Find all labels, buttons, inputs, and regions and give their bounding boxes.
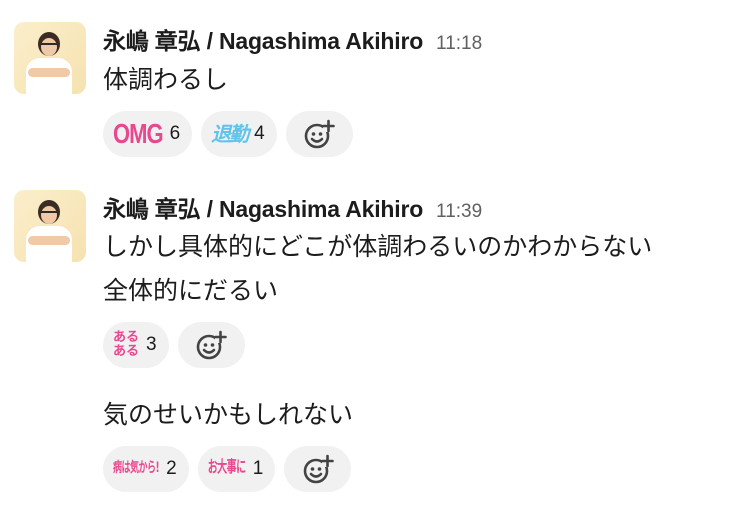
reaction-yamai-wa-ki-kara[interactable]: 病は気から! 2 — [103, 446, 189, 492]
timestamp[interactable]: 11:18 — [436, 33, 482, 55]
timestamp[interactable]: 11:39 — [436, 201, 482, 223]
author-name[interactable]: 永嶋 章弘 / Nagashima Akihiro — [103, 190, 423, 224]
message-text-line-1: しかし具体的にどこが体調わるいのかわからない — [103, 232, 653, 261]
aruaru-emoji-icon: ある ある — [113, 330, 140, 359]
message-text-line-2: 全体的にだるい — [103, 276, 279, 305]
reaction-bar: ある ある 3 — [103, 322, 245, 368]
add-reaction-button[interactable] — [177, 322, 245, 368]
yamai-wa-ki-kara-emoji-icon: 病は気から! — [113, 460, 160, 477]
reaction-count: 6 — [169, 123, 181, 144]
reaction-bar: OMG 6 退勤 4 — [103, 111, 353, 157]
reaction-aruaru[interactable]: ある ある 3 — [103, 322, 169, 368]
add-reaction-icon — [304, 119, 336, 149]
reaction-count: 4 — [254, 123, 265, 144]
reaction-count: 3 — [146, 334, 157, 355]
add-reaction-icon — [303, 454, 334, 484]
message-header: 永嶋 章弘 / Nagashima Akihiro 11:39 — [103, 190, 482, 223]
message-header: 永嶋 章弘 / Nagashima Akihiro 11:18 — [103, 22, 482, 55]
add-reaction-button[interactable] — [285, 111, 353, 157]
reaction-bar: 病は気から! 2 お大事に 1 — [103, 446, 352, 492]
add-reaction-icon — [196, 330, 227, 360]
taikin-emoji-icon: 退勤 — [211, 122, 249, 146]
omg-emoji-icon: OMG — [113, 117, 164, 149]
reaction-omg[interactable]: OMG 6 — [103, 111, 193, 157]
odaijini-emoji-icon: お大事に — [207, 459, 247, 477]
message-text: 気のせいかもしれない — [103, 400, 354, 429]
author-name[interactable]: 永嶋 章弘 / Nagashima Akihiro — [103, 22, 423, 56]
avatar[interactable] — [14, 22, 86, 94]
add-reaction-button[interactable] — [284, 446, 352, 492]
message-text: 体調わるし — [103, 65, 229, 94]
reaction-odaijini[interactable]: お大事に 1 — [197, 446, 276, 492]
avatar[interactable] — [14, 190, 86, 262]
reaction-count: 1 — [252, 458, 264, 479]
reaction-taikin[interactable]: 退勤 4 — [201, 111, 277, 157]
reaction-count: 2 — [166, 458, 177, 479]
